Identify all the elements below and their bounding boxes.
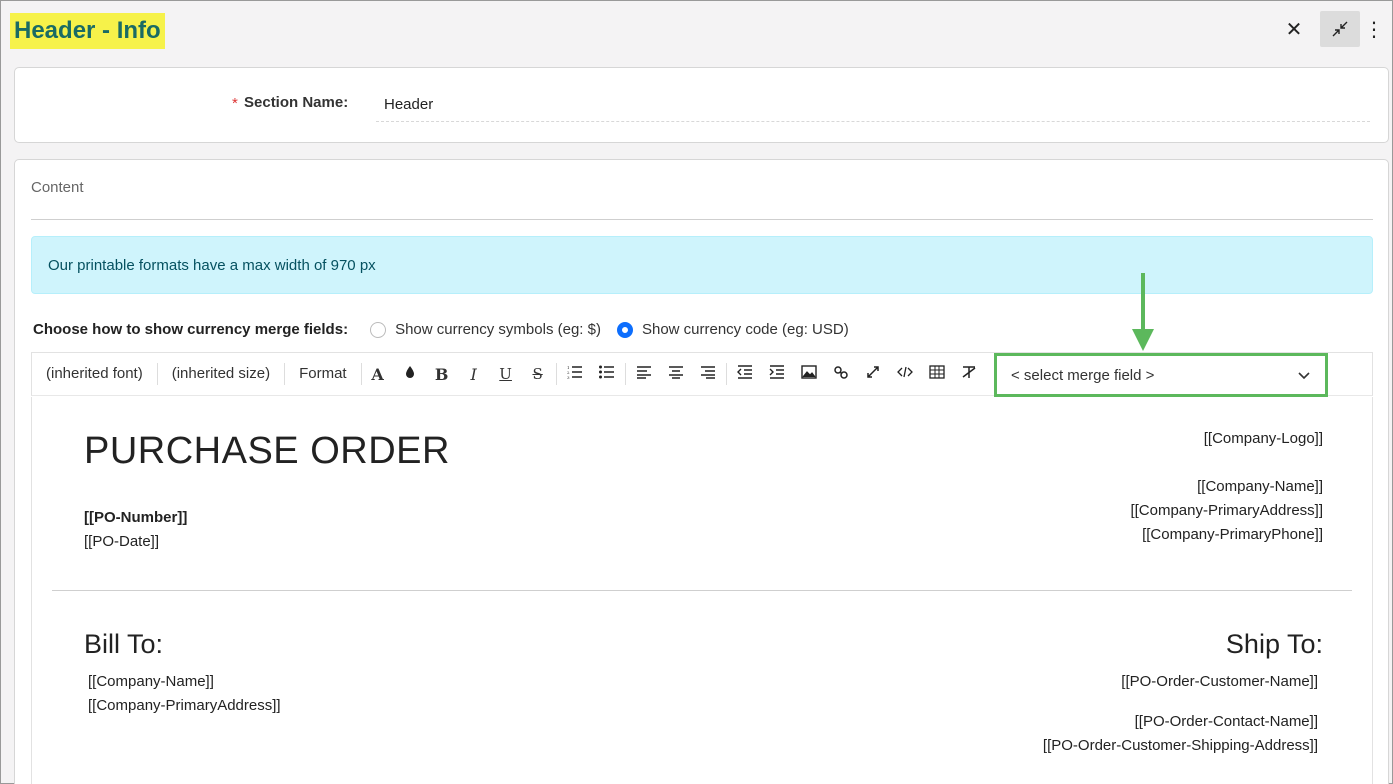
underline-icon[interactable]: U bbox=[490, 365, 522, 383]
toolbar-separator bbox=[555, 363, 557, 385]
company-name: [[Company-Name]] bbox=[1197, 478, 1323, 495]
window-title: Header - Info bbox=[10, 13, 165, 49]
close-icon[interactable]: ✕ bbox=[1274, 11, 1314, 47]
company-logo: [[Company-Logo]] bbox=[1203, 430, 1323, 447]
source-code-icon[interactable] bbox=[889, 365, 921, 383]
indent-icon[interactable] bbox=[761, 365, 793, 383]
svg-text:3: 3 bbox=[567, 375, 570, 379]
strikethrough-icon[interactable]: S bbox=[522, 365, 554, 383]
company-address: [[Company-PrimaryAddress]] bbox=[1130, 502, 1323, 519]
toolbar-separator bbox=[725, 363, 727, 385]
ordered-list-icon[interactable]: 123 bbox=[559, 365, 591, 383]
bold-icon[interactable]: B bbox=[426, 365, 458, 384]
chevron-down-icon bbox=[1297, 367, 1311, 384]
merge-field-select[interactable]: < select merge field > bbox=[994, 353, 1328, 397]
currency-label: Choose how to show currency merge fields… bbox=[33, 321, 349, 338]
currency-options: Choose how to show currency merge fields… bbox=[33, 321, 865, 338]
font-size-dropdown[interactable]: (inherited size) bbox=[158, 363, 286, 385]
clear-format-icon[interactable] bbox=[953, 365, 985, 383]
section-name-label: Section Name: bbox=[244, 94, 349, 111]
section-card: * Section Name: bbox=[14, 67, 1389, 143]
italic-icon[interactable]: I bbox=[458, 365, 490, 384]
document-title: PURCHASE ORDER bbox=[84, 430, 450, 472]
align-left-icon[interactable] bbox=[628, 365, 660, 383]
ship-contact-name: [[PO-Order-Contact-Name]] bbox=[1134, 713, 1318, 730]
editor-content[interactable]: PURCHASE ORDER [[PO-Number]] [[PO-Date]]… bbox=[31, 397, 1373, 784]
bill-company-name: [[Company-Name]] bbox=[88, 673, 214, 690]
radio-currency-code[interactable]: Show currency code (eg: USD) bbox=[616, 321, 849, 338]
annotation-arrow-head bbox=[1132, 329, 1154, 351]
align-right-icon[interactable] bbox=[692, 365, 724, 383]
required-mark: * bbox=[232, 95, 238, 112]
bill-company-address: [[Company-PrimaryAddress]] bbox=[88, 697, 281, 714]
image-icon[interactable] bbox=[793, 365, 825, 383]
font-family-dropdown[interactable]: (inherited font) bbox=[32, 363, 158, 385]
more-options-icon[interactable]: ⋮ bbox=[1364, 11, 1384, 47]
radio-circle[interactable] bbox=[370, 321, 387, 338]
radio-currency-symbols[interactable]: Show currency symbols (eg: $) bbox=[370, 321, 601, 338]
company-phone: [[Company-PrimaryPhone]] bbox=[1142, 526, 1323, 543]
align-center-icon[interactable] bbox=[660, 365, 692, 383]
ship-to-heading: Ship To: bbox=[1225, 629, 1323, 659]
po-date: [[PO-Date]] bbox=[84, 533, 160, 550]
info-alert: Our printable formats have a max width o… bbox=[31, 236, 1373, 294]
radio-circle-checked[interactable] bbox=[616, 321, 633, 338]
ship-customer-name: [[PO-Order-Customer-Name]] bbox=[1121, 673, 1318, 690]
format-dropdown[interactable]: Format bbox=[285, 363, 362, 385]
toolbar-separator bbox=[624, 363, 626, 385]
bill-to-heading: Bill To: bbox=[84, 629, 164, 659]
divider bbox=[31, 219, 1373, 220]
content-card: Content Our printable formats have a max… bbox=[14, 159, 1389, 784]
section-name-input[interactable] bbox=[376, 88, 1370, 122]
outdent-icon[interactable] bbox=[729, 365, 761, 383]
content-label: Content bbox=[31, 179, 84, 196]
font-color-icon[interactable]: A bbox=[362, 365, 394, 384]
fill-color-icon[interactable] bbox=[394, 365, 426, 383]
minimize-icon[interactable] bbox=[1320, 11, 1360, 47]
window-controls: ✕ ⋮ bbox=[1274, 11, 1384, 47]
link-icon[interactable] bbox=[825, 365, 857, 383]
unordered-list-icon[interactable] bbox=[591, 365, 623, 383]
merge-field-placeholder: < select merge field > bbox=[1011, 366, 1155, 384]
ship-address: [[PO-Order-Customer-Shipping-Address]] bbox=[1042, 737, 1318, 754]
document-divider bbox=[52, 590, 1352, 591]
radio-label: Show currency code (eg: USD) bbox=[641, 321, 849, 338]
po-number: [[PO-Number]] bbox=[84, 509, 188, 526]
annotation-arrow bbox=[1141, 273, 1145, 331]
radio-label: Show currency symbols (eg: $) bbox=[395, 321, 601, 338]
fullscreen-icon[interactable] bbox=[857, 365, 889, 383]
table-icon[interactable] bbox=[921, 365, 953, 383]
